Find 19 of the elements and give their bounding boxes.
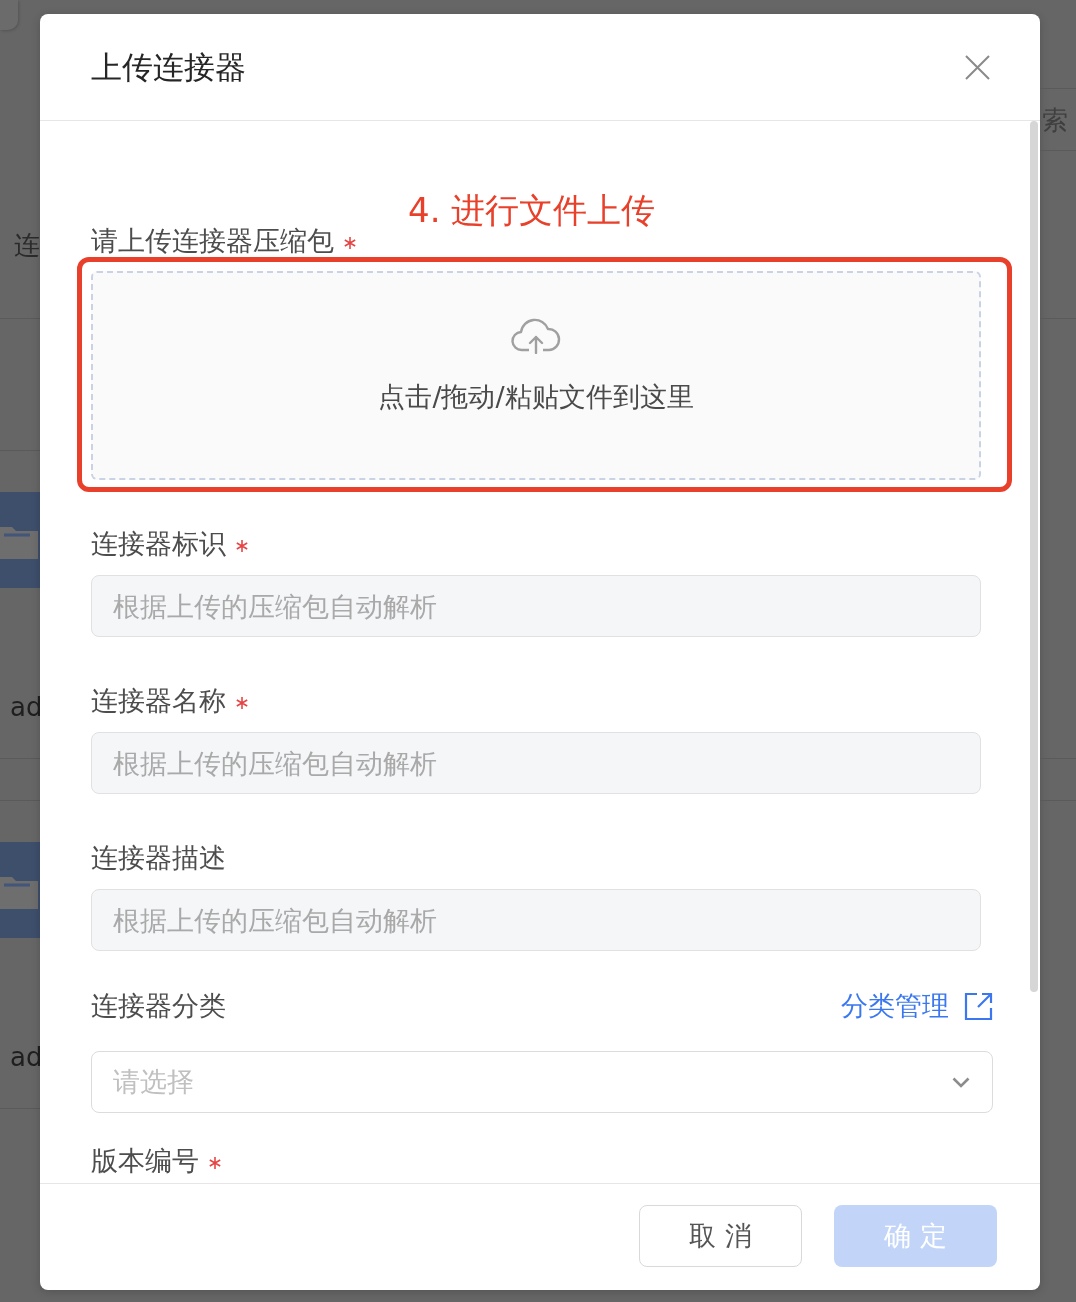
cloud-upload-icon — [511, 317, 561, 354]
field-label: 请上传连接器压缩包 — [91, 226, 334, 256]
close-icon[interactable] — [965, 54, 990, 80]
cancel-button[interactable]: 取 消 — [639, 1205, 802, 1267]
field-label: 版本编号 — [91, 1146, 199, 1176]
upload-dropzone[interactable]: 点击/拖动/粘贴文件到这里 — [91, 271, 981, 480]
field-label: 连接器分类 — [91, 991, 226, 1021]
table-cell-text: ad — [9, 691, 40, 724]
annotation-text: 4. 进行文件上传 — [408, 190, 656, 230]
dialog-title: 上传连接器 — [91, 48, 246, 87]
table-cell-text: ad — [9, 1041, 40, 1074]
page-heading: 连 — [13, 229, 40, 262]
category-link[interactable]: 分类管理 — [841, 988, 993, 1024]
scrollbar-thumb[interactable] — [1030, 121, 1038, 992]
field-label: 连接器名称 — [91, 686, 226, 716]
field-label: 连接器标识 — [91, 529, 226, 559]
field-label: 连接器描述 — [91, 843, 226, 873]
chevron-down-icon — [952, 1076, 970, 1088]
external-link-icon — [964, 991, 993, 1021]
